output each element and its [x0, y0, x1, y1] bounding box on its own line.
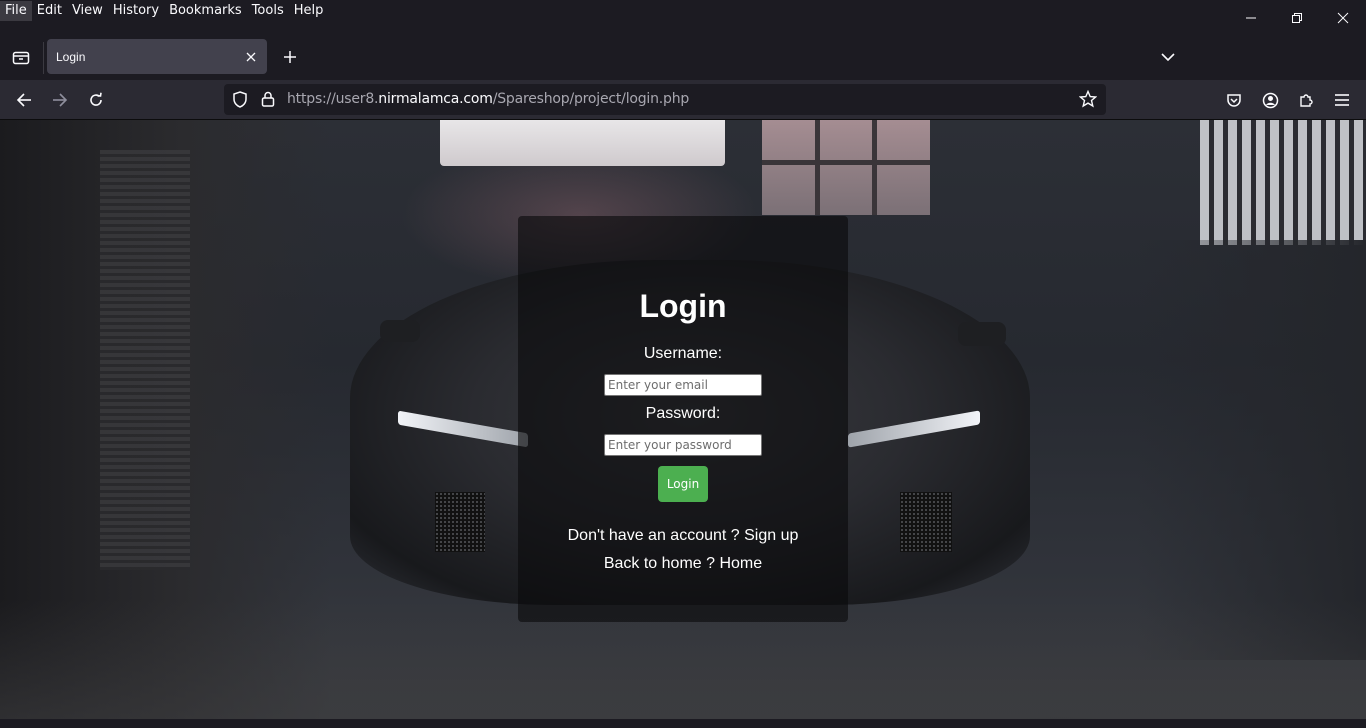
background-window: [440, 120, 725, 166]
login-title: Login: [639, 288, 727, 324]
car-grille: [900, 492, 952, 552]
home-line: Back to home ? Home: [518, 555, 848, 573]
firefox-view-button[interactable]: [8, 44, 34, 70]
back-arrow-icon: [16, 93, 31, 107]
bookmark-star-icon[interactable]: [1078, 89, 1098, 113]
reload-icon: [90, 92, 102, 106]
close-icon: [1337, 12, 1349, 24]
back-button[interactable]: [10, 86, 38, 114]
url-domain: nirmalamca.com: [378, 91, 493, 107]
home-link[interactable]: Home: [719, 555, 762, 572]
account-button[interactable]: [1256, 86, 1284, 114]
page-content: Login Username: Password: Login Don't ha…: [0, 120, 1366, 719]
signup-link[interactable]: Sign up: [744, 527, 798, 544]
tab-title: Login: [56, 49, 86, 64]
chevron-down-icon: [1161, 53, 1175, 62]
lock-icon[interactable]: [261, 91, 275, 112]
pocket-icon: [1227, 94, 1241, 107]
url-path: /Spareshop/project/login.php: [492, 91, 690, 107]
minimize-button[interactable]: [1228, 0, 1274, 36]
menu-tools[interactable]: Tools: [247, 1, 289, 21]
tab-login[interactable]: Login: [47, 39, 267, 74]
url-bar[interactable]: https://user8.nirmalamca.com/Spareshop/p…: [224, 84, 1106, 115]
login-button[interactable]: Login: [658, 466, 708, 502]
menu-edit[interactable]: Edit: [32, 1, 67, 21]
list-all-tabs-button[interactable]: [1155, 44, 1181, 70]
minimize-icon: [1246, 17, 1256, 19]
close-icon: [246, 52, 256, 61]
reload-button[interactable]: [82, 86, 110, 114]
pocket-button[interactable]: [1220, 86, 1248, 114]
navigation-toolbar: https://user8.nirmalamca.com/Spareshop/p…: [0, 80, 1366, 120]
username-input[interactable]: [604, 374, 762, 396]
car-grille: [435, 492, 485, 552]
car-mirror: [380, 320, 420, 342]
app-menu-button[interactable]: [1328, 86, 1356, 114]
username-label: Username:: [643, 345, 723, 362]
forward-button[interactable]: [46, 86, 74, 114]
hamburger-menu-icon: [1335, 94, 1349, 106]
background-window-bars: [1200, 120, 1366, 245]
login-form: Login Username: Password: Login Don't ha…: [518, 216, 848, 622]
firefox-view-icon: [12, 51, 30, 65]
tab-separator: [43, 42, 44, 74]
shield-icon[interactable]: [232, 91, 248, 113]
account-icon: [1262, 92, 1278, 108]
restore-icon: [1292, 13, 1302, 23]
garage-wall-right: [1136, 240, 1366, 660]
password-input[interactable]: [604, 434, 762, 456]
menu-history[interactable]: History: [108, 1, 164, 21]
menu-file[interactable]: File: [0, 1, 32, 21]
restore-button[interactable]: [1274, 0, 1320, 36]
url-text[interactable]: https://user8.nirmalamca.com/Spareshop/p…: [287, 91, 689, 107]
bottom-edge: [0, 719, 1366, 728]
password-label: Password:: [645, 405, 721, 422]
background-window-panes: [762, 120, 930, 215]
window-controls: [1228, 0, 1366, 36]
menu-bar: File Edit View History Bookmarks Tools H…: [0, 0, 1366, 22]
plus-icon: [284, 51, 296, 63]
close-window-button[interactable]: [1320, 0, 1366, 36]
forward-arrow-icon: [53, 93, 68, 107]
menu-help[interactable]: Help: [289, 1, 329, 21]
signup-line: Don't have an account ? Sign up: [518, 527, 848, 545]
menu-view[interactable]: View: [67, 1, 108, 21]
new-tab-button[interactable]: [277, 44, 303, 70]
puzzle-icon: [1300, 94, 1313, 107]
signup-prompt: Don't have an account ?: [567, 527, 740, 544]
url-prefix: https://user8.: [287, 91, 379, 107]
extensions-button[interactable]: [1292, 86, 1320, 114]
tab-bar: Login: [0, 36, 1366, 80]
car-mirror: [958, 322, 1006, 346]
home-prompt: Back to home ?: [603, 555, 716, 572]
menu-bookmarks[interactable]: Bookmarks: [164, 1, 247, 21]
tab-close-button[interactable]: [239, 45, 263, 69]
